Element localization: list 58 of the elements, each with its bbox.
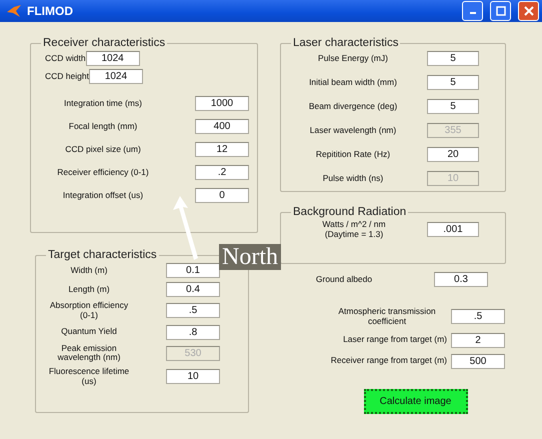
- input-field[interactable]: 12: [195, 142, 249, 157]
- window-title: FLIMOD: [27, 4, 74, 18]
- field-label: Ground albedo: [314, 274, 374, 284]
- input-field[interactable]: .2: [195, 165, 249, 180]
- input-field[interactable]: 1024: [86, 51, 140, 66]
- field-label: Receiver range from target (m): [330, 356, 447, 366]
- close-button[interactable]: [518, 1, 539, 21]
- field-label: Pulse Energy (mJ): [317, 54, 389, 64]
- close-icon: [524, 6, 534, 16]
- field-label: Laser wavelength (nm): [308, 126, 398, 136]
- field-label: Atmospheric transmission coefficient: [337, 307, 437, 327]
- input-field[interactable]: 0.3: [434, 272, 488, 287]
- input-field[interactable]: .5: [166, 303, 220, 318]
- field-label: Length (m): [67, 284, 111, 294]
- field-label: Focal length (mm): [68, 122, 138, 132]
- panel-title: Laser characteristics: [292, 37, 400, 49]
- field-label: Repitition Rate (Hz): [314, 150, 392, 160]
- input-field[interactable]: 2: [451, 332, 505, 348]
- input-field[interactable]: .8: [166, 324, 220, 340]
- field-label: Initial beam width (mm): [308, 78, 398, 88]
- maximize-icon: [496, 6, 506, 16]
- input-field[interactable]: 5: [427, 51, 479, 66]
- input-field[interactable]: 20: [427, 147, 479, 162]
- input-field[interactable]: 0.1: [166, 263, 220, 278]
- input-field[interactable]: 10: [166, 369, 220, 384]
- input-field[interactable]: 5: [427, 99, 479, 114]
- input-field[interactable]: .001: [427, 222, 479, 238]
- field-label: Absorption efficiency (0-1): [48, 301, 130, 321]
- panel-title: Receiver characteristics: [42, 37, 166, 49]
- input-field[interactable]: 500: [451, 354, 505, 369]
- field-label: Receiver efficiency (0-1): [56, 168, 150, 178]
- field-label: Pulse width (ns): [322, 174, 384, 184]
- minimize-button[interactable]: [462, 1, 483, 21]
- input-field[interactable]: 1024: [88, 69, 143, 84]
- field-label: Peak emission wavelength (nm): [56, 344, 122, 364]
- field-label: CCD pixel size (um): [64, 144, 142, 154]
- maximize-button[interactable]: [490, 1, 511, 21]
- input-field[interactable]: 5: [427, 75, 479, 90]
- input-field[interactable]: 400: [195, 119, 249, 134]
- field-label: Laser range from target (m): [343, 335, 447, 345]
- field-label: Quantum Yield: [60, 327, 118, 337]
- field-label: Beam divergence (deg): [308, 102, 398, 112]
- app-icon: [6, 4, 22, 18]
- field-label: CCD width: [45, 54, 86, 64]
- annotation-label: North: [219, 244, 281, 270]
- input-field[interactable]: .5: [451, 309, 505, 324]
- calculate-button[interactable]: Calculate image: [364, 388, 468, 414]
- field-label: Fluorescence lifetime (us): [48, 367, 130, 387]
- field-label: CCD height: [45, 72, 89, 82]
- input-field[interactable]: 0.4: [166, 282, 220, 297]
- field-label: Width (m): [70, 266, 108, 276]
- field-label: Integration time (ms): [63, 98, 143, 108]
- field-label: Watts / m^2 / nm (Daytime = 1.3): [321, 220, 387, 240]
- field-label: Integration offset (us): [62, 190, 144, 200]
- panel-title: Background Radiation: [292, 206, 408, 218]
- input-field[interactable]: 0: [195, 188, 249, 203]
- panel-title: Target characteristics: [47, 249, 158, 261]
- input-field[interactable]: 1000: [195, 96, 249, 111]
